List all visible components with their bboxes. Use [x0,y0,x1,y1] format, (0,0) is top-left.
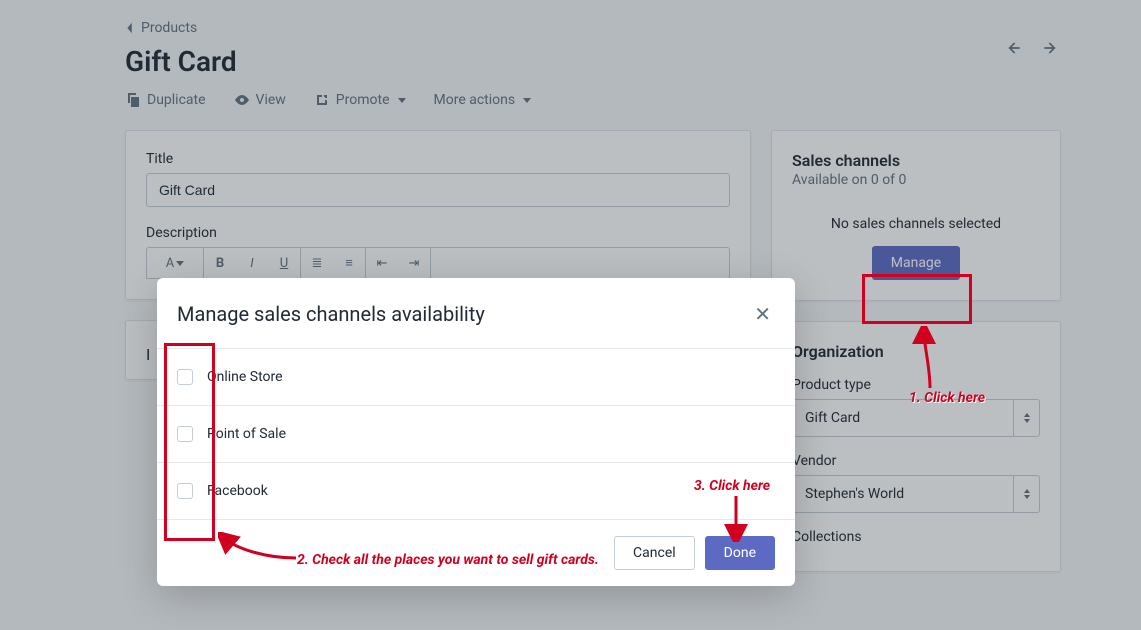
modal-title: Manage sales channels availability [177,302,485,326]
channel-row-facebook[interactable]: Facebook [157,462,795,519]
channel-label: Point of Sale [207,426,286,442]
checkbox-facebook[interactable] [177,483,193,499]
done-button[interactable]: Done [705,536,775,570]
channel-row-online-store[interactable]: Online Store [157,348,795,405]
modal-footer: Cancel Done [157,519,795,586]
checkbox-online-store[interactable] [177,369,193,385]
checkbox-point-of-sale[interactable] [177,426,193,442]
channel-label: Facebook [207,483,268,499]
cancel-button[interactable]: Cancel [614,536,695,570]
modal-header: Manage sales channels availability ✕ [157,278,795,348]
channel-label: Online Store [207,369,283,385]
channel-row-point-of-sale[interactable]: Point of Sale [157,405,795,462]
modal-sales-channels: Manage sales channels availability ✕ Onl… [157,278,795,586]
close-icon[interactable]: ✕ [750,298,775,330]
